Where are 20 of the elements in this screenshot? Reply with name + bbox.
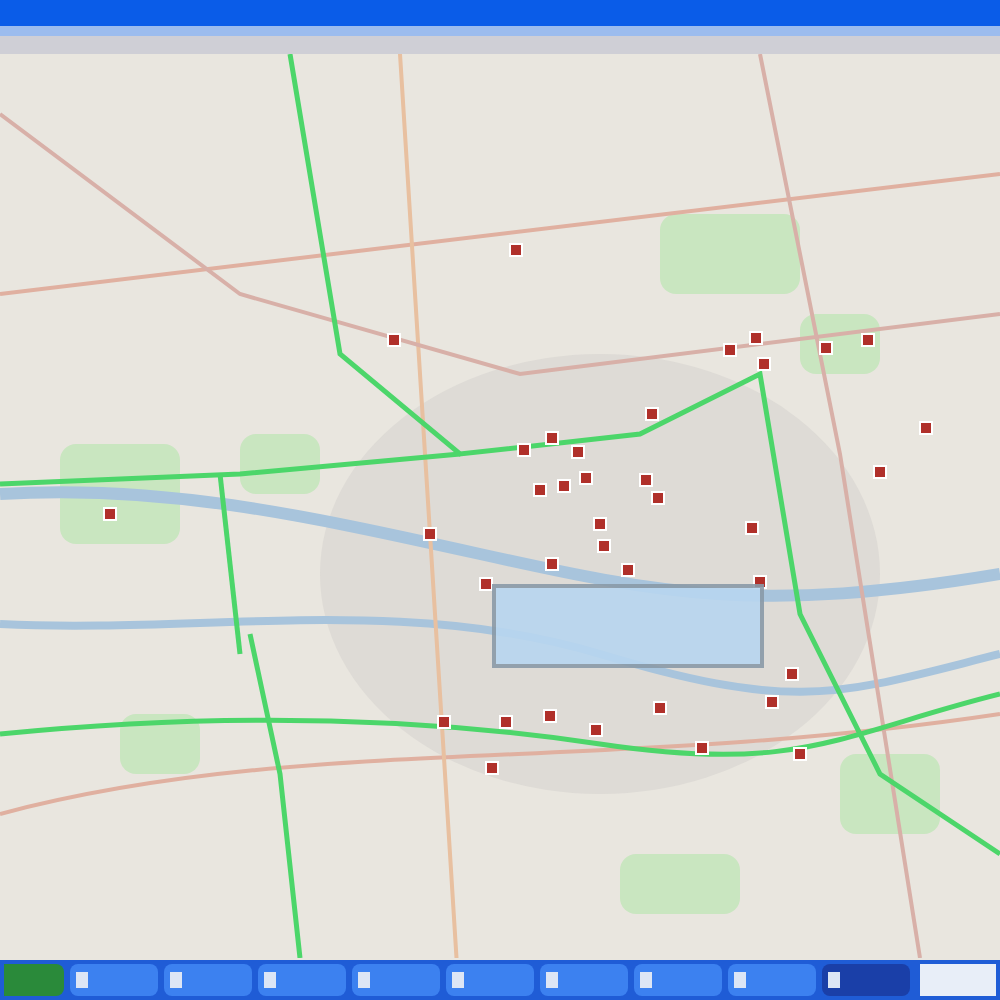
window-icon	[170, 972, 182, 988]
taskbar-button[interactable]	[634, 964, 722, 996]
window-icon	[828, 972, 840, 988]
taskbar-button[interactable]	[164, 964, 252, 996]
taskbar-button[interactable]	[70, 964, 158, 996]
taskbar-button[interactable]	[822, 964, 910, 996]
window-icon	[76, 972, 88, 988]
window-icon	[546, 972, 558, 988]
taskbar-button[interactable]	[728, 964, 816, 996]
start-button[interactable]	[4, 964, 64, 996]
window-icon	[264, 972, 276, 988]
taskbar-button[interactable]	[446, 964, 534, 996]
taskbar-button[interactable]	[352, 964, 440, 996]
window-icon	[640, 972, 652, 988]
window-icon	[452, 972, 464, 988]
window-icon	[358, 972, 370, 988]
taskbar-button[interactable]	[540, 964, 628, 996]
taskbar-button[interactable]	[258, 964, 346, 996]
tray-area	[920, 964, 996, 996]
window-icon	[734, 972, 746, 988]
